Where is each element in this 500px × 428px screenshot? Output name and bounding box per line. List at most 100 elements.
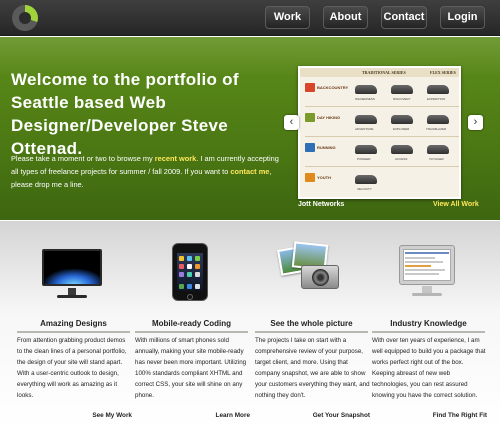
hero-intro-text: Please take a moment or two to browse my… [11,152,281,191]
divider [255,331,368,333]
slide-heading-flex: FLEX SERIES [430,70,456,75]
feature-title: Industry Knowledge [390,319,467,328]
find-the-right-fit-link[interactable]: Find The Right Fit [433,412,487,419]
product-caption: ACCESS [395,157,408,161]
feature-whole-picture: See the whole picture The projects I tak… [253,221,370,428]
tv-stand [68,288,76,295]
category-badge-icon [305,173,315,182]
product-caption: VOYAGER [429,157,444,161]
slide-caption: Jott Networks [298,201,345,208]
app-icon [195,256,200,261]
product-thumbnail [355,175,377,184]
screen-bar [405,269,445,271]
tv-screen [42,249,102,286]
tv-base [57,295,87,298]
app-icon [179,256,184,261]
nav-contact-button[interactable]: Contact [381,6,427,29]
product-thumbnail [355,145,377,154]
see-my-work-link[interactable]: See My Work [92,412,132,419]
slide-row: YOUTH VELOCITY [305,169,459,197]
nav-login-button[interactable]: Login [440,6,485,29]
app-icon [179,264,184,269]
divider [17,331,130,333]
camera-lens [312,269,329,286]
get-your-snapshot-link[interactable]: Get Your Snapshot [313,412,370,419]
slide-row: BACKCOUNTRY WILDERNESS DISCOVERY EXPEDIT… [305,79,459,107]
feature-description: With millions of smart phones sold annua… [135,337,247,399]
slide-row: DAY HIKING ADVENTURE EXPLORER TRAILBLAZE… [305,109,459,137]
screen-bar [405,252,449,254]
product-thumbnail [391,85,413,94]
phone-screen [177,253,203,291]
product-caption: EXPLORER [393,127,410,131]
product-thumbnail [355,85,377,94]
app-icon [187,264,192,269]
product-thumbnail [355,115,377,124]
slider-prev-arrow-icon[interactable]: ‹ [284,115,299,130]
slider-next-arrow-icon[interactable]: › [468,115,483,130]
product-caption: EXPEDITION [427,97,446,101]
slide-row-tag: DAY HIKING [317,115,341,120]
phone-body [172,243,208,301]
monitor-base [412,293,442,296]
product-thumbnail [427,145,449,154]
nav-about-button[interactable]: About [323,6,368,29]
app-icon [179,272,184,277]
product-thumbnail [427,85,449,94]
recent-work-link[interactable]: recent work [155,154,197,163]
learn-more-link[interactable]: Learn More [216,412,250,419]
product-caption: PIONEER [357,157,371,161]
top-bar: Work About Contact Login [0,0,500,36]
contact-me-link[interactable]: contact me [230,167,269,176]
nav-work-button[interactable]: Work [265,6,310,29]
screen-bar [405,257,435,259]
feature-description: From attention grabbing product demos to… [17,337,127,399]
product-thumbnail [427,115,449,124]
portfolio-slide-image[interactable]: TRADITIONAL SERIES FLEX SERIES BACKCOUNT… [298,66,461,199]
feature-description: The projects I take on start with a comp… [255,337,370,399]
slide-heading-traditional: TRADITIONAL SERIES [362,70,406,75]
app-icon [187,284,192,289]
slide-header: TRADITIONAL SERIES FLEX SERIES [300,68,459,77]
view-all-work-link[interactable]: View All Work [433,201,479,208]
slide-row-tag: RUNNING [317,145,336,150]
app-icon [187,272,192,277]
app-icon [195,264,200,269]
feature-title: Amazing Designs [40,319,107,328]
home-button-icon [187,294,193,300]
product-caption: TRAILBLAZER [426,127,447,131]
app-icon [195,284,200,289]
screen-bar [405,273,439,275]
feature-title: Mobile-ready Coding [151,319,232,328]
app-icon [195,272,200,277]
camera-icon [301,265,339,289]
screen-bar [405,265,431,267]
slide-row-tag: BACKCOUNTRY [317,85,349,90]
screen-bar [405,261,443,263]
product-caption: VELOCITY [357,187,372,191]
camera-and-photos-icon [275,241,345,299]
app-icon [187,256,192,261]
product-caption: WILDERNESS [355,97,375,101]
smartphone-icon [155,241,225,301]
desktop-monitor-icon [392,241,462,299]
category-badge-icon [305,83,315,92]
product-caption: DISCOVERY [393,97,411,101]
category-badge-icon [305,143,315,152]
app-icon [179,284,184,289]
hero-title: Welcome to the portfolio of Seattle base… [11,70,239,158]
monitor-screen [403,249,451,281]
product-thumbnail [391,145,413,154]
widescreen-tv-icon [37,241,107,299]
feature-industry-knowledge: Industry Knowledge With over ten years o… [370,221,487,428]
feature-description: With over ten years of experience, I am … [372,337,486,399]
slide-row-tag: YOUTH [317,175,331,180]
product-thumbnail [391,115,413,124]
category-badge-icon [305,113,315,122]
divider [372,331,485,333]
monitor-body [399,245,455,285]
divider [135,331,248,333]
feature-mobile-ready: Mobile-ready Coding With millions of sma… [133,221,250,428]
feature-amazing-designs: Amazing Designs From attention grabbing … [15,221,132,428]
site-logo-icon[interactable] [12,5,38,31]
